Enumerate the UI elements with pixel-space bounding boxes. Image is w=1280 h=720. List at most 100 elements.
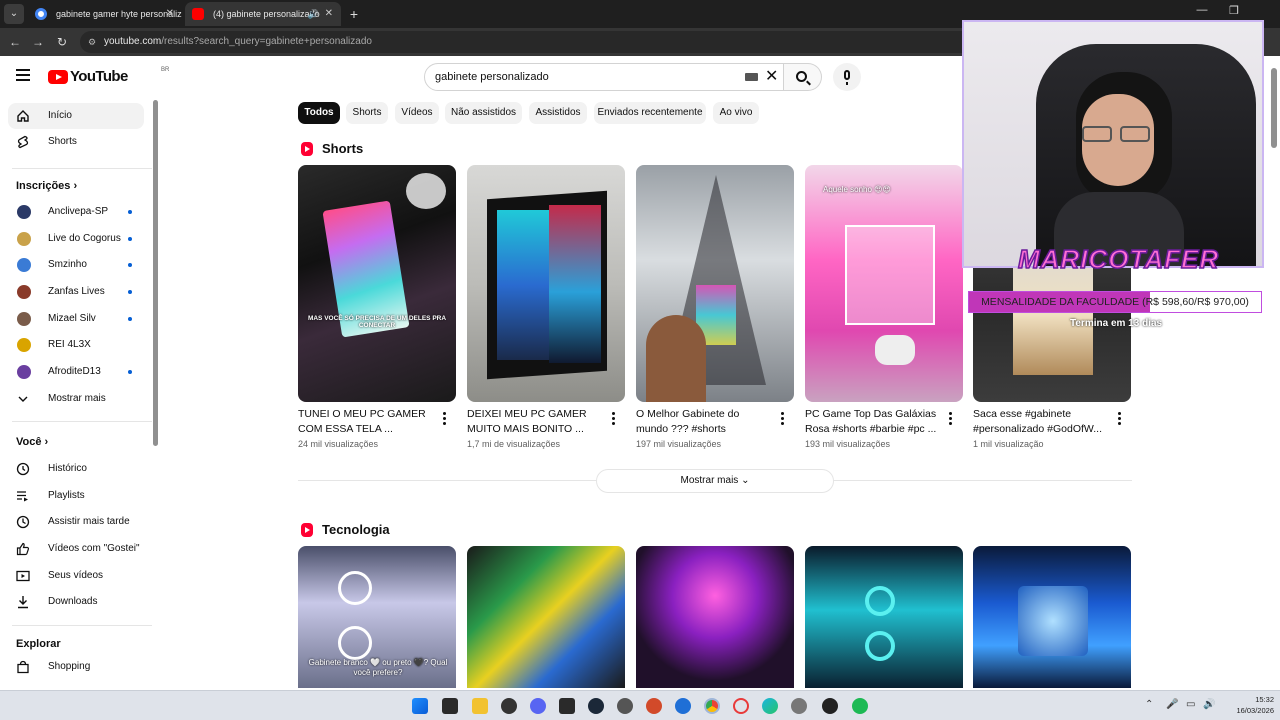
more-options-icon[interactable] <box>439 412 449 426</box>
edge-icon[interactable] <box>762 698 778 714</box>
app-icon[interactable] <box>646 698 662 714</box>
browser-tab-1[interactable]: gabinete gamer hyte personaliz ✕ <box>28 2 182 26</box>
chip-all[interactable]: Todos <box>298 102 340 124</box>
tray-chevron-icon[interactable]: ⌃ <box>1145 699 1153 710</box>
short-thumbnail[interactable] <box>467 546 625 688</box>
more-options-icon[interactable] <box>1114 412 1124 426</box>
short-title[interactable]: Saca esse #gabinete #personalizado #GodO… <box>973 407 1113 437</box>
file-explorer-icon[interactable] <box>472 698 488 714</box>
chip-watched[interactable]: Assistidos <box>529 102 587 124</box>
audio-playing-icon[interactable]: 🔊 <box>308 2 319 26</box>
back-button[interactable]: ← <box>6 33 24 51</box>
search-query: gabinete personalizado <box>435 71 549 83</box>
task-view-icon[interactable] <box>442 698 458 714</box>
channel-avatar <box>17 338 31 352</box>
keyboard-icon[interactable] <box>745 73 758 81</box>
volume-icon[interactable]: 🔊 <box>1203 699 1215 710</box>
taskbar-clock[interactable]: 15:32 16/03/2026 <box>1224 694 1274 716</box>
app-icon[interactable] <box>791 698 807 714</box>
sidebar-item-shopping[interactable]: Shopping <box>8 654 144 680</box>
watch-later-icon <box>16 515 30 529</box>
short-thumbnail[interactable] <box>467 165 625 402</box>
menu-icon[interactable] <box>16 69 32 83</box>
reload-button[interactable]: ↻ <box>53 33 71 51</box>
short-title[interactable]: TUNEI O MEU PC GAMER COM ESSA TELA ... <box>298 407 438 437</box>
short-thumbnail[interactable] <box>636 165 794 402</box>
short-thumbnail[interactable] <box>973 546 1131 688</box>
chrome-icon[interactable] <box>704 698 720 714</box>
sidebar-sub-rei4l3x[interactable]: REI 4L3X <box>8 332 144 358</box>
search-icon <box>796 71 807 82</box>
more-options-icon[interactable] <box>945 412 955 426</box>
page-scrollbar[interactable] <box>1271 68 1277 148</box>
steam-icon[interactable] <box>588 698 604 714</box>
thumbs-up-icon <box>16 542 30 556</box>
short-thumbnail[interactable]: Aquele sonho 😍😍 <box>805 165 963 402</box>
webcam-overlay <box>962 20 1264 268</box>
subscriptions-heading[interactable]: Inscrições › <box>16 180 77 192</box>
sidebar-item-your-videos[interactable]: Seus vídeos <box>8 563 144 589</box>
sidebar-item-playlists[interactable]: Playlists <box>8 483 144 509</box>
epic-games-icon[interactable] <box>559 698 575 714</box>
sidebar-sub-mizael[interactable]: Mizael Silv <box>8 306 144 332</box>
short-title[interactable]: PC Game Top Das Galáxias Rosa #shorts #b… <box>805 407 945 437</box>
short-thumbnail[interactable] <box>805 546 963 688</box>
obs-icon[interactable] <box>822 698 838 714</box>
short-thumbnail[interactable]: Gabinete branco 🤍 ou preto 🖤? Qual você … <box>298 546 456 688</box>
short-title[interactable]: DEIXEI MEU PC GAMER MUITO MAIS BONITO ..… <box>467 407 607 437</box>
sidebar-item-liked-videos[interactable]: Vídeos com "Gostei" <box>8 536 144 562</box>
sidebar-sub-anclivepa[interactable]: Anclivepa-SP <box>8 199 144 225</box>
new-tab-button[interactable]: + <box>345 4 363 24</box>
show-more-shorts-button[interactable]: Mostrar mais ⌄ <box>596 469 834 493</box>
windows-start-icon[interactable] <box>412 698 428 714</box>
new-content-dot <box>128 290 132 294</box>
sidebar-item-downloads[interactable]: Downloads <box>8 589 144 615</box>
site-info-icon[interactable]: ⚙ <box>88 36 100 48</box>
minimize-icon[interactable]: — <box>1192 4 1212 16</box>
chip-live[interactable]: Ao vivo <box>713 102 759 124</box>
short-views: 193 mil visualizações <box>805 439 891 449</box>
chip-shorts[interactable]: Shorts <box>346 102 388 124</box>
app-icon[interactable] <box>501 698 517 714</box>
opera-icon[interactable] <box>733 698 749 714</box>
discord-icon[interactable] <box>530 698 546 714</box>
playlists-icon <box>17 491 28 502</box>
sidebar-sub-smzinho[interactable]: Smzinho <box>8 252 144 278</box>
tab-close-icon[interactable]: ✕ <box>166 2 174 26</box>
sidebar-sub-afrodite[interactable]: AfroditeD13 <box>8 359 144 385</box>
chip-recently-uploaded[interactable]: Enviados recentemente <box>594 102 706 124</box>
app-icon[interactable] <box>675 698 691 714</box>
sidebar-scrollbar[interactable] <box>153 100 158 446</box>
network-icon[interactable]: ▭ <box>1186 699 1195 710</box>
forward-button[interactable]: → <box>29 33 47 51</box>
sidebar-sub-cogorus[interactable]: Live do Cogorus <box>8 226 144 252</box>
new-content-dot <box>128 370 132 374</box>
voice-search-button[interactable] <box>833 63 861 91</box>
more-options-icon[interactable] <box>777 412 787 426</box>
short-thumbnail[interactable] <box>636 546 794 688</box>
sidebar-sub-zanfas[interactable]: Zanfas Lives <box>8 279 144 305</box>
search-input[interactable]: gabinete personalizado ✕ <box>424 63 784 91</box>
you-heading[interactable]: Você › <box>16 436 48 448</box>
tab-search-button[interactable]: ⌄ <box>4 4 24 24</box>
short-title[interactable]: O Melhor Gabinete do mundo ??? #shorts <box>636 407 776 437</box>
sidebar-show-more[interactable]: Mostrar mais <box>8 386 144 412</box>
sidebar-item-home[interactable]: Início <box>8 103 144 129</box>
browser-tab-2[interactable]: (4) gabinete personalizado 🔊 ✕ <box>185 2 341 26</box>
sidebar-item-history[interactable]: Histórico <box>8 456 144 482</box>
spotify-icon[interactable] <box>852 698 868 714</box>
sidebar-item-shorts[interactable]: Shorts <box>8 129 144 155</box>
youtube-play-icon <box>48 70 68 84</box>
short-thumbnail[interactable]: MAS VOCÊ SÓ PRECISA DE UM DELES PRA CONE… <box>298 165 456 402</box>
tab-close-icon[interactable]: ✕ <box>325 2 333 26</box>
microphone-tray-icon[interactable]: 🎤 <box>1166 699 1178 710</box>
maximize-icon[interactable]: ❐ <box>1224 4 1244 17</box>
clear-search-icon[interactable]: ✕ <box>765 66 778 88</box>
search-button[interactable] <box>784 63 822 91</box>
more-options-icon[interactable] <box>608 412 618 426</box>
explore-heading: Explorar <box>16 638 61 650</box>
chip-not-watched[interactable]: Não assistidos <box>445 102 522 124</box>
app-icon[interactable] <box>617 698 633 714</box>
sidebar-item-watch-later[interactable]: Assistir mais tarde <box>8 509 144 535</box>
chip-videos[interactable]: Vídeos <box>395 102 439 124</box>
